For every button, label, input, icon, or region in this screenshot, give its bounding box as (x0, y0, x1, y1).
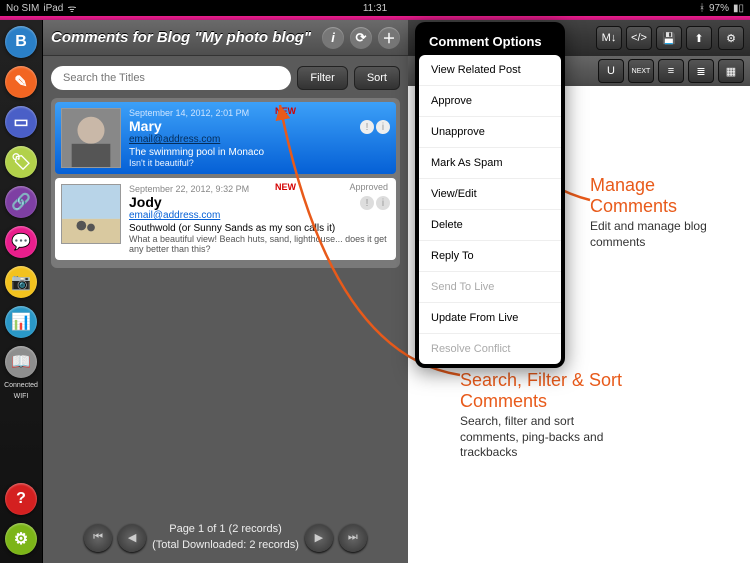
filter-button[interactable]: Filter (297, 66, 347, 90)
comment-text: Isn't it beautiful? (129, 158, 390, 168)
status-bar: No SIM iPad ᯤ 11:31 ᚼ 97% ▮▯ (0, 0, 750, 16)
refresh-icon[interactable]: ⟳ (350, 27, 372, 49)
battery-icon: ▮▯ (733, 3, 744, 14)
popover-item[interactable]: Approve (419, 86, 561, 117)
markdown-button[interactable]: M↓ (596, 26, 622, 50)
bluetooth-icon: ᚼ (699, 3, 705, 14)
popover-title: Comment Options (419, 26, 561, 55)
sidebar-settings-icon[interactable]: ⚙ (5, 523, 37, 555)
popover-item: Resolve Conflict (419, 334, 561, 364)
page-title: Comments for Blog "My photo blog" (51, 29, 316, 46)
popover-item: Send To Live (419, 272, 561, 303)
comment-author: Jody (129, 194, 390, 210)
comment-row[interactable]: September 14, 2012, 2:01 PM Mary email@a… (55, 102, 396, 174)
search-input[interactable] (51, 66, 291, 90)
tool-align2[interactable]: ≣ (688, 59, 714, 83)
upload-button[interactable]: ⬆ (686, 26, 712, 50)
comment-title: Southwold (or Sunny Sands as my son call… (129, 223, 390, 234)
last-page-button[interactable]: ⏭ (339, 524, 367, 552)
annotation-title: Search, Filter & Sort Comments (460, 370, 630, 412)
sort-button[interactable]: Sort (354, 66, 400, 90)
sidebar-edit-icon[interactable]: ✎ (5, 66, 37, 98)
no-sim-label: No SIM (6, 3, 39, 14)
comment-email: email@address.com (129, 134, 390, 145)
pager-line2: (Total Downloaded: 2 records) (152, 538, 299, 553)
annotation-body: Search, filter and sort comments, ping-b… (460, 414, 630, 461)
avatar (61, 108, 121, 168)
annotation-manage: Manage Comments Edit and manage blog com… (590, 175, 740, 250)
pager: ⏮ ◀ Page 1 of 1 (2 records) (Total Downl… (43, 522, 408, 553)
tool-u[interactable]: U (598, 59, 624, 83)
info-icon[interactable]: i (322, 27, 344, 49)
popover-item[interactable]: Reply To (419, 241, 561, 272)
status-time: 11:31 (363, 3, 387, 14)
annotation-search: Search, Filter & Sort Comments Search, f… (460, 370, 630, 461)
popover-item[interactable]: Update From Live (419, 303, 561, 334)
add-icon[interactable]: ＋ (378, 27, 400, 49)
first-page-button[interactable]: ⏮ (84, 524, 112, 552)
status-dot: i (376, 120, 390, 134)
comment-options-popover: Comment Options View Related PostApprove… (415, 22, 565, 368)
sidebar-links-icon[interactable]: 🔗 (5, 186, 37, 218)
popover-item[interactable]: Unapprove (419, 117, 561, 148)
sidebar-read-icon[interactable]: 📖 (5, 346, 37, 378)
status-dot: i (376, 196, 390, 210)
comment-row[interactable]: September 22, 2012, 9:32 PM Jody email@a… (55, 178, 396, 260)
gear-button[interactable]: ⚙ (718, 26, 744, 50)
sidebar-pages-icon[interactable]: ▭ (5, 106, 37, 138)
avatar (61, 184, 121, 244)
save-button[interactable]: 💾 (656, 26, 682, 50)
annotation-title: Manage Comments (590, 175, 740, 217)
connected-label: Connected (4, 382, 38, 389)
prev-page-button[interactable]: ◀ (118, 524, 146, 552)
approved-badge: Approved (349, 182, 388, 192)
status-dot: ! (360, 120, 374, 134)
comment-author: Mary (129, 118, 390, 134)
comment-date: September 14, 2012, 2:01 PM (129, 108, 390, 118)
popover-item[interactable]: View/Edit (419, 179, 561, 210)
sidebar-stats-icon[interactable]: 📊 (5, 306, 37, 338)
wifi-label: WIFI (14, 393, 29, 400)
comments-list: September 14, 2012, 2:01 PM Mary email@a… (51, 98, 400, 268)
new-badge: NEW (275, 182, 296, 192)
panel-header: Comments for Blog "My photo blog" i ⟳ ＋ (43, 20, 408, 56)
popover-item[interactable]: Delete (419, 210, 561, 241)
annotation-body: Edit and manage blog comments (590, 219, 740, 250)
comment-email: email@address.com (129, 210, 390, 221)
new-badge: NEW (275, 106, 296, 116)
comment-text: What a beautiful view! Beach huts, sand,… (129, 234, 390, 254)
tool-next[interactable]: NEXT (628, 59, 654, 83)
popover-item[interactable]: View Related Post (419, 55, 561, 86)
tool-grid[interactable]: ▦ (718, 59, 744, 83)
sidebar-help-icon[interactable]: ? (5, 483, 37, 515)
comments-panel: Comments for Blog "My photo blog" i ⟳ ＋ … (43, 20, 408, 563)
tool-align1[interactable]: ≡ (658, 59, 684, 83)
comment-title: The swimming pool in Monaco (129, 147, 390, 158)
pager-line1: Page 1 of 1 (2 records) (152, 522, 299, 537)
sidebar: B ✎ ▭ 🏷 🔗 💬 📷 📊 📖 Connected WIFI ? ⚙ (0, 20, 43, 563)
ipad-icon: iPad (43, 3, 63, 14)
code-button[interactable]: </> (626, 26, 652, 50)
sidebar-tags-icon[interactable]: 🏷 (5, 146, 37, 178)
popover-item[interactable]: Mark As Spam (419, 148, 561, 179)
sidebar-comments-icon[interactable]: 💬 (5, 226, 37, 258)
next-page-button[interactable]: ▶ (305, 524, 333, 552)
sidebar-blog-icon[interactable]: B (5, 26, 37, 58)
sidebar-media-icon[interactable]: 📷 (5, 266, 37, 298)
battery-percent: 97% (709, 3, 729, 14)
status-dot: ! (360, 196, 374, 210)
wifi-icon: ᯤ (67, 1, 76, 15)
